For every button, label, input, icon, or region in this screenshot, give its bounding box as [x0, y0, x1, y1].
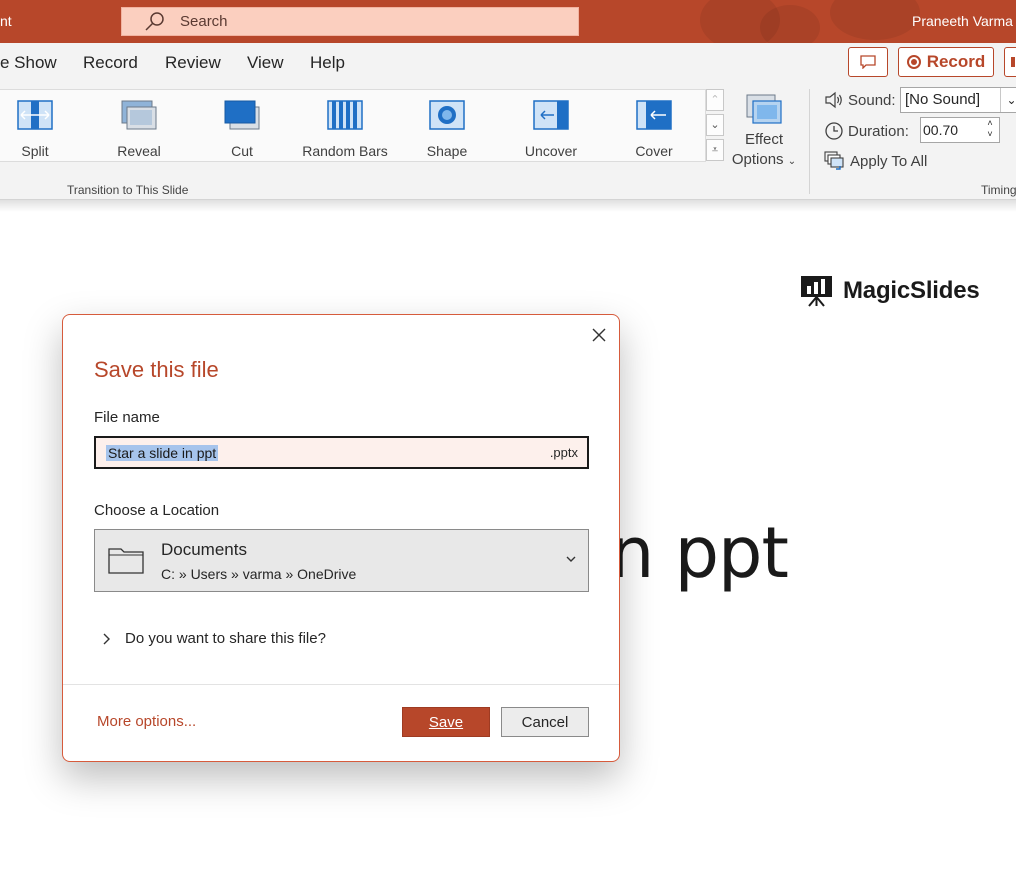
location-name: Documents: [161, 540, 247, 559]
record-button-label: Record: [926, 52, 986, 71]
brand-name: MagicSlides: [843, 276, 980, 304]
sound-row: Sound:: [824, 91, 896, 109]
transition-label: Shape: [426, 143, 468, 159]
share-expander[interactable]: Do you want to share this file?: [101, 630, 326, 647]
sound-select[interactable]: [No Sound] ⌄: [900, 87, 1016, 113]
random-bars-transition-icon: [327, 100, 363, 130]
menu-bar: e Show Record Review View Help Record: [0, 43, 1016, 87]
effect-options-icon: [746, 94, 782, 124]
duration-label: Duration:: [848, 122, 909, 140]
tab-slide-show[interactable]: e Show: [0, 53, 57, 73]
user-name[interactable]: Praneeth Varma: [912, 13, 1013, 29]
chevron-down-icon: ⌄: [787, 156, 797, 167]
save-dialog: Save this file File name Star a slide in…: [62, 314, 620, 762]
tab-view[interactable]: View: [247, 53, 284, 73]
save-button[interactable]: Save: [402, 707, 490, 737]
apply-to-all-button[interactable]: Apply To All: [824, 151, 927, 171]
transition-split[interactable]: Split: [0, 100, 80, 159]
duration-input[interactable]: 00.70 ˄ ˅: [920, 117, 1000, 143]
gallery-scroll-down[interactable]: ⌄: [706, 114, 724, 136]
transition-cover[interactable]: Cover: [609, 100, 699, 159]
app-title: nt: [0, 13, 12, 29]
ribbon-separator: [809, 89, 810, 194]
cancel-button[interactable]: Cancel: [501, 707, 589, 737]
chevron-down-icon: ⌄: [1000, 88, 1016, 112]
group-label-timing: Timing: [981, 183, 1016, 197]
uncover-transition-icon: [533, 100, 569, 130]
transition-label: Cover: [635, 143, 673, 159]
chevron-right-icon: [103, 633, 110, 644]
more-options-link[interactable]: More options...: [97, 713, 196, 730]
gallery-expand[interactable]: ⩡: [706, 139, 724, 161]
reveal-transition-icon: [121, 100, 157, 130]
transition-label: Reveal: [117, 143, 161, 159]
slide-title[interactable]: n ppt: [610, 512, 789, 594]
save-button-label: Save: [428, 713, 464, 731]
gallery-scroll-up[interactable]: ⌃: [706, 89, 724, 111]
dialog-separator: [63, 684, 619, 685]
cut-transition-icon: [224, 100, 260, 130]
sound-value: [No Sound]: [905, 91, 981, 108]
comments-button[interactable]: [848, 47, 888, 77]
comment-icon: [860, 55, 876, 69]
transition-shape[interactable]: Shape: [402, 100, 492, 159]
folder-icon: [108, 548, 144, 574]
apply-all-icon: [824, 151, 844, 170]
present-button[interactable]: [1004, 47, 1016, 77]
shape-transition-icon: [429, 100, 465, 130]
ribbon: Split Reveal Cut Random Bars Shape Uncov…: [0, 87, 1016, 200]
transition-label: Random Bars: [302, 143, 388, 159]
tab-record[interactable]: Record: [83, 53, 138, 73]
split-transition-icon: [17, 100, 53, 130]
duration-stepper[interactable]: ˄ ˅: [983, 118, 997, 140]
record-icon: [906, 55, 921, 69]
duration-row: Duration:: [824, 121, 909, 141]
speaker-icon: [825, 91, 842, 109]
record-button[interactable]: Record: [898, 47, 994, 77]
transition-reveal[interactable]: Reveal: [94, 100, 184, 159]
transition-label: Uncover: [524, 143, 578, 159]
gallery-scroll: ⌃ ⌄ ⩡: [706, 89, 725, 162]
transition-uncover[interactable]: Uncover: [506, 100, 596, 159]
transition-label: Cut: [231, 143, 253, 159]
effect-options-label-1: Effect: [744, 131, 784, 148]
file-name-label: File name: [94, 409, 160, 426]
effect-options-label-2: Options: [731, 151, 784, 168]
search-icon: [145, 11, 164, 31]
close-icon[interactable]: [589, 325, 609, 345]
search-box[interactable]: Search: [121, 7, 579, 36]
tab-help[interactable]: Help: [310, 53, 345, 73]
group-label-transition: Transition to This Slide: [67, 183, 189, 197]
file-name-value: Star a slide in ppt: [106, 445, 219, 461]
location-path: C: » Users » varma » OneDrive: [161, 566, 357, 582]
duration-value: 00.70: [923, 122, 959, 138]
transition-cut[interactable]: Cut: [197, 100, 287, 159]
apply-to-all-label: Apply To All: [850, 152, 928, 170]
file-extension: .pptx: [549, 445, 578, 460]
location-dropdown[interactable]: Documents C: » Users » varma » OneDrive: [94, 529, 589, 592]
transition-label: Split: [21, 143, 49, 159]
share-question: Do you want to share this file?: [125, 630, 326, 647]
title-bar: nt Search Praneeth Varma: [0, 0, 1016, 43]
chevron-down-icon: [566, 556, 576, 562]
slide-top-shadow: [0, 200, 1016, 212]
cover-transition-icon: [636, 100, 672, 130]
transitions-gallery: Split Reveal Cut Random Bars Shape Uncov…: [0, 89, 706, 162]
sound-label: Sound:: [848, 91, 896, 109]
file-name-input[interactable]: Star a slide in ppt .pptx: [94, 436, 589, 469]
search-placeholder: Search: [180, 13, 228, 30]
location-label: Choose a Location: [94, 502, 220, 519]
dialog-title: Save this file: [94, 357, 219, 382]
presentation-board-icon: [801, 276, 832, 307]
brand-logo: MagicSlides: [800, 274, 980, 307]
cancel-button-label: Cancel: [521, 713, 569, 731]
effect-options-button[interactable]: Effect Options ⌄: [728, 93, 800, 172]
clock-icon: [825, 122, 843, 140]
transition-random-bars[interactable]: Random Bars: [300, 100, 390, 159]
tab-review[interactable]: Review: [165, 53, 221, 73]
